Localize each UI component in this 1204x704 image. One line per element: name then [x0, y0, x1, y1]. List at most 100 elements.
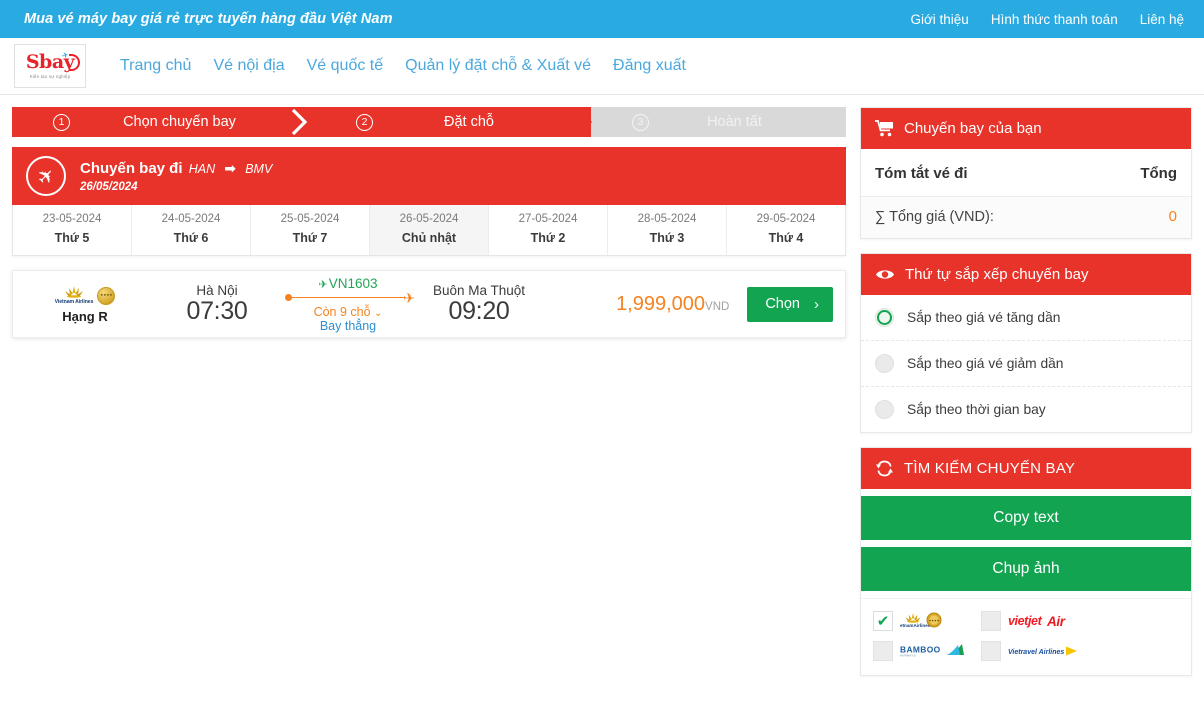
airline-filter-vietravel-airlines[interactable]: Vietravel Airlines: [981, 641, 1081, 661]
date-value: 25-05-2024: [280, 213, 340, 225]
flight-banner-title-row: Chuyến bay đi HAN ➡ BMV: [80, 160, 274, 177]
airplane-glyph: ✈: [32, 162, 61, 191]
copy-text-button[interactable]: Copy text: [861, 496, 1191, 540]
date-cell[interactable]: 23-05-2024 Thứ 5: [13, 205, 132, 255]
date-value: 28-05-2024: [637, 213, 697, 225]
step-complete: 3 Hoàn tất: [591, 107, 846, 137]
date-weekday: Thứ 6: [173, 231, 209, 245]
date-cell[interactable]: 24-05-2024 Thứ 6: [132, 205, 251, 255]
sort-option-label: Sắp theo thời gian bay: [907, 402, 1046, 417]
step-3-number: 3: [632, 113, 649, 131]
date-value: 29-05-2024: [756, 213, 816, 225]
arrow-right-icon: ➡: [224, 159, 237, 176]
select-flight-label: Chọn: [765, 296, 800, 312]
booking-steps: 1 Chọn chuyến bay 2 Đặt chỗ 3 Hoàn tất: [12, 107, 846, 137]
flight-banner-date: 26/05/2024: [80, 180, 138, 193]
airline-filter-bamboo-airways[interactable]: BAMBOO AIRWAYS: [873, 641, 973, 661]
nav-item-logout[interactable]: Đăng xuất: [613, 57, 686, 75]
site-slogan: Mua vé máy bay giá rẻ trực tuyến hàng đầ…: [24, 11, 393, 27]
top-link-contact[interactable]: Liên hệ: [1140, 12, 1184, 27]
flight-airline-cell: Vietnam Airlines ★★★★ Hạng R: [19, 285, 151, 324]
date-cell-selected[interactable]: 26-05-2024 Chủ nhật: [370, 205, 489, 255]
sort-option-label: Sắp theo giá vé giảm dần: [907, 356, 1064, 371]
svg-text:Air: Air: [1046, 614, 1066, 629]
fare-class-label: Hạng R: [62, 308, 108, 324]
logo-wordmark: Sbay: [25, 51, 81, 73]
sbay-logo[interactable]: ✈ Sbay Kiến tạo sự nghiệp: [14, 44, 86, 88]
sort-panel: Thứ tự sắp xếp chuyến bay Sắp theo giá v…: [860, 253, 1192, 433]
route-line: [289, 296, 405, 298]
flight-price-currency: VND: [705, 300, 730, 313]
sidebar: Chuyến bay của bạn Tóm tắt vé đi Tổng ∑ …: [860, 107, 1192, 704]
nav-item-international-tickets[interactable]: Vé quốc tế: [307, 57, 384, 75]
nav-item-booking-management[interactable]: Quản lý đặt chỗ & Xuất vé: [405, 57, 591, 75]
date-cell[interactable]: 27-05-2024 Thứ 2: [489, 205, 608, 255]
arrival-cell: Buôn Ma Thuột 09:20: [413, 283, 545, 326]
radio-icon-selected[interactable]: [875, 308, 894, 327]
radio-icon[interactable]: [875, 400, 894, 419]
total-price-row: ∑ Tổng giá (VND): 0: [861, 196, 1191, 238]
svg-text:AIRWAYS: AIRWAYS: [900, 653, 916, 657]
search-flight-panel-header: TÌM KIẾM CHUYẾN BAY: [861, 448, 1191, 489]
step-select-flight[interactable]: 1 Chọn chuyến bay: [12, 107, 316, 137]
step-1-chevron-icon: [290, 107, 316, 137]
sort-option-price-asc[interactable]: Sắp theo giá vé tăng dần: [861, 295, 1191, 341]
search-flight-panel-title: TÌM KIẾM CHUYẾN BAY: [904, 460, 1076, 477]
route-cell: ✈VN1603 ✈ Còn 9 chỗ ⌄ Bay thẳng: [283, 276, 415, 333]
eye-icon: [876, 270, 894, 279]
date-weekday: Chủ nhật: [401, 231, 457, 245]
your-flight-panel-header: Chuyến bay của bạn: [861, 108, 1191, 149]
flight-result-row[interactable]: Vietnam Airlines ★★★★ Hạng R Hà Nội 07:3…: [12, 270, 846, 338]
nav-item-domestic-tickets[interactable]: Vé nội địa: [213, 57, 284, 75]
flight-banner-text: Chuyến bay đi HAN ➡ BMV 26/05/2024: [80, 160, 274, 193]
seats-remaining[interactable]: Còn 9 chỗ ⌄: [283, 305, 413, 319]
search-flight-panel: TÌM KIẾM CHUYẾN BAY Copy text Chụp ảnh ✔…: [860, 447, 1192, 676]
site-header: ✈ Sbay Kiến tạo sự nghiệp Trang chủ Vé n…: [0, 38, 1204, 95]
step-booking[interactable]: 2 Đặt chỗ: [315, 107, 592, 137]
sort-option-label: Sắp theo giá vé tăng dần: [907, 310, 1061, 325]
step-3-label: Hoàn tất: [707, 114, 762, 130]
screenshot-button[interactable]: Chụp ảnh: [861, 547, 1191, 591]
sort-option-departure-time[interactable]: Sắp theo thời gian bay: [861, 387, 1191, 432]
airline-filter-vietjet-air[interactable]: vietjet Air: [981, 611, 1081, 631]
checkbox-icon[interactable]: [981, 641, 1001, 661]
checkbox-icon[interactable]: [873, 641, 893, 661]
select-flight-button[interactable]: Chọn ›: [747, 286, 833, 322]
sort-option-price-desc[interactable]: Sắp theo giá vé giảm dần: [861, 341, 1191, 387]
page-body: 1 Chọn chuyến bay 2 Đặt chỗ 3 Hoàn tất ✈…: [0, 95, 1204, 704]
date-cell[interactable]: 25-05-2024 Thứ 7: [251, 205, 370, 255]
main-nav: Trang chủ Vé nội địa Vé quốc tế Quản lý …: [120, 57, 686, 75]
date-cell[interactable]: 29-05-2024 Thứ 4: [727, 205, 845, 255]
top-link-about[interactable]: Giới thiệu: [910, 12, 968, 27]
stop-info-label[interactable]: Bay thẳng: [283, 319, 413, 333]
nav-item-home[interactable]: Trang chủ: [120, 57, 191, 75]
checkbox-icon-checked[interactable]: [873, 611, 893, 631]
total-price-label: ∑ Tổng giá (VND):: [875, 208, 994, 225]
date-value: 24-05-2024: [161, 213, 221, 225]
date-selector-strip: 23-05-2024 Thứ 5 24-05-2024 Thứ 6 25-05-…: [12, 205, 846, 256]
svg-text:VietnamAirlines: VietnamAirlines: [900, 623, 931, 628]
date-weekday: Thứ 3: [649, 231, 685, 245]
your-flight-panel-title: Chuyến bay của bạn: [904, 120, 1042, 137]
checkbox-icon[interactable]: [981, 611, 1001, 631]
refresh-icon: [876, 460, 893, 477]
your-flight-panel: Chuyến bay của bạn Tóm tắt vé đi Tổng ∑ …: [860, 107, 1192, 239]
flight-number: ✈VN1603: [283, 276, 413, 291]
date-cell[interactable]: 28-05-2024 Thứ 3: [608, 205, 727, 255]
top-announcement-bar: Mua vé máy bay giá rẻ trực tuyến hàng đầ…: [0, 0, 1204, 38]
airline-logo-group: Vietnam Airlines ★★★★: [19, 285, 151, 307]
airline-filter-vietnam-airlines[interactable]: VietnamAirlines ★★★★: [873, 611, 973, 631]
sort-panel-header: Thứ tự sắp xếp chuyến bay: [861, 254, 1191, 295]
step-1-number: 1: [53, 113, 70, 131]
top-link-payment-methods[interactable]: Hình thức thanh toán: [991, 12, 1118, 27]
date-weekday: Thứ 5: [54, 231, 90, 245]
date-value: 27-05-2024: [518, 213, 578, 225]
departure-cell: Hà Nội 07:30: [151, 283, 283, 326]
flight-origin-code: HAN: [188, 161, 216, 176]
arrival-time: 09:20: [448, 296, 510, 325]
vietnam-airlines-wordmark: Vietnam Airlines: [54, 299, 94, 305]
chevron-down-icon: ⌄: [374, 307, 383, 319]
radio-icon[interactable]: [875, 354, 894, 373]
vietnam-airlines-logo: Vietnam Airlines: [54, 286, 94, 305]
vietnam-airlines-logo-small: VietnamAirlines ★★★★: [900, 612, 944, 630]
